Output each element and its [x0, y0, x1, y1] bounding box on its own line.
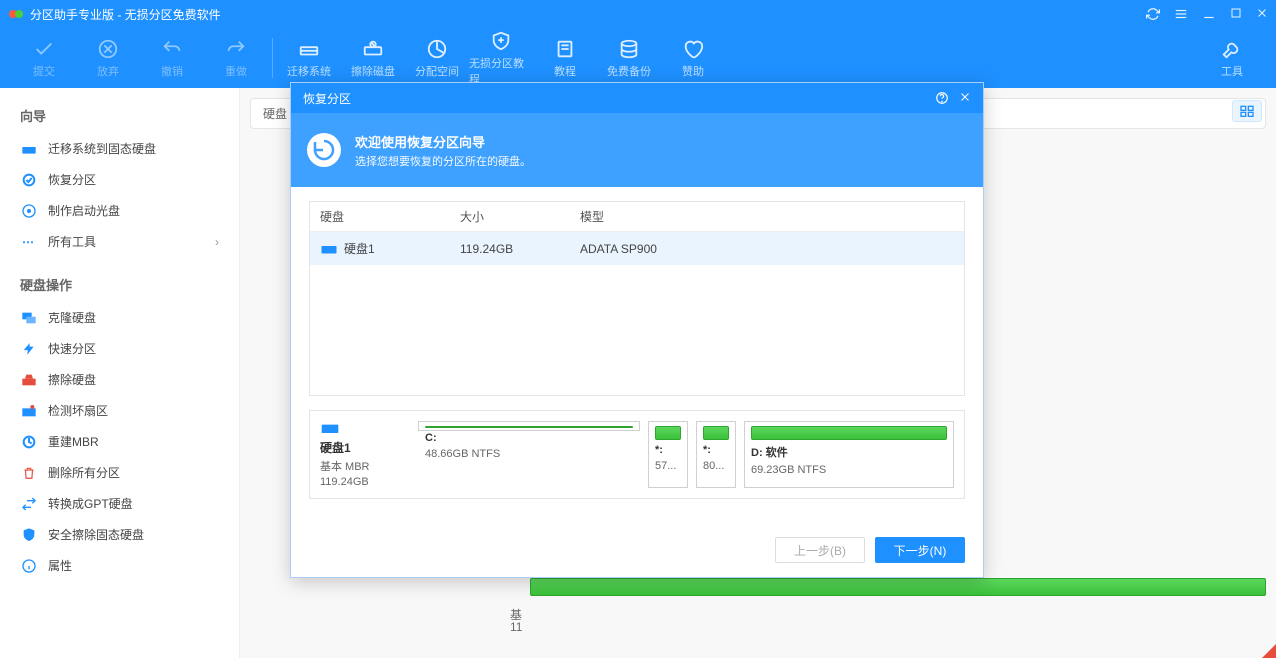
recover-icon: [307, 133, 341, 167]
sidebar-item-recover[interactable]: 恢复分区: [0, 164, 239, 195]
allocate-button[interactable]: 分配空间: [405, 28, 469, 88]
window-controls: [1146, 7, 1268, 21]
trash-icon: [20, 466, 38, 480]
table-row[interactable]: 硬盘1 119.24GB ADATA SP900: [310, 232, 964, 265]
scan-icon: [20, 404, 38, 418]
disk-layout: 硬盘1 基本 MBR 119.24GB C: 48.66GB NTFS *: 5…: [309, 410, 965, 499]
disk-icon: [320, 243, 338, 255]
erase-icon: [361, 37, 385, 61]
recover-partition-dialog: 恢复分区 欢迎使用恢复分区向导 选择您想要恢复的分区所在的硬盘。 硬盘 大小 模…: [290, 82, 984, 578]
recover-icon: [20, 173, 38, 187]
close-icon[interactable]: [959, 91, 971, 105]
erase-icon: [20, 373, 38, 387]
background-partition-bar: [530, 578, 1266, 596]
sidebar-item-properties[interactable]: 属性: [0, 550, 239, 581]
close-icon[interactable]: [1256, 7, 1268, 21]
disk-icon: [20, 142, 38, 156]
pie-icon: [425, 37, 449, 61]
backup-button[interactable]: 免费备份: [597, 28, 661, 88]
toolbar: 提交 放弃 撤销 重做 迁移系统 擦除磁盘 分配空间 无损分区教程 教程 免费备…: [0, 28, 1276, 88]
partition-bar: [655, 426, 681, 440]
ops-header: 硬盘操作: [0, 267, 239, 302]
partition-c[interactable]: C: 48.66GB NTFS: [418, 421, 640, 431]
database-icon: [617, 37, 641, 61]
background-label-2: 11: [510, 620, 522, 634]
sidebar-item-clone[interactable]: 克隆硬盘: [0, 302, 239, 333]
secure-erase-icon: [20, 528, 38, 542]
migrate-button[interactable]: 迁移系统: [277, 28, 341, 88]
dialog-banner: 欢迎使用恢复分区向导 选择您想要恢复的分区所在的硬盘。: [291, 113, 983, 187]
tools-button[interactable]: 工具: [1200, 28, 1264, 88]
banner-subtitle: 选择您想要恢复的分区所在的硬盘。: [355, 153, 531, 169]
disk-table: 硬盘 大小 模型 硬盘1 119.24GB ADATA SP900: [309, 201, 965, 396]
partition-d[interactable]: D: 软件 69.23GB NTFS: [744, 421, 954, 488]
minimize-icon[interactable]: [1202, 7, 1216, 21]
more-icon: ⋯: [20, 235, 38, 249]
cd-icon: [20, 204, 38, 218]
check-icon: [32, 37, 56, 61]
resize-handle[interactable]: [1262, 644, 1276, 658]
sidebar-item-deleteall[interactable]: 删除所有分区: [0, 457, 239, 488]
heart-icon: [681, 37, 705, 61]
wizard-header: 向导: [0, 98, 239, 133]
rebuild-icon: [20, 435, 38, 449]
sidebar-item-gpt[interactable]: 转换成GPT硬盘: [0, 488, 239, 519]
table-header: 硬盘 大小 模型: [310, 202, 964, 232]
sidebar-item-rebuildmbr[interactable]: 重建MBR: [0, 426, 239, 457]
redo-button[interactable]: 重做: [204, 28, 268, 88]
partition-bar: [703, 426, 729, 440]
sidebar-item-secureerase[interactable]: 安全擦除固态硬盘: [0, 519, 239, 550]
redo-icon: [224, 37, 248, 61]
maximize-icon[interactable]: [1230, 7, 1242, 21]
shield-icon: [489, 29, 513, 53]
view-toggle[interactable]: [1232, 100, 1262, 122]
partition-hidden-1[interactable]: *: 57...: [648, 421, 688, 488]
lossless-button[interactable]: 无损分区教程: [469, 28, 533, 88]
sidebar: 向导 迁移系统到固态硬盘 恢复分区 制作启动光盘 ⋯所有工具› 硬盘操作 克隆硬…: [0, 88, 240, 658]
dialog-footer: 上一步(B) 下一步(N): [291, 529, 983, 577]
refresh-icon[interactable]: [1146, 7, 1160, 21]
bolt-icon: [20, 342, 38, 356]
prev-button: 上一步(B): [775, 537, 865, 563]
wrench-icon: [1220, 37, 1244, 61]
commit-button[interactable]: 提交: [12, 28, 76, 88]
toolbar-separator: [272, 38, 273, 78]
help-icon[interactable]: [935, 91, 949, 105]
menu-icon[interactable]: [1174, 7, 1188, 21]
tutorial-button[interactable]: 教程: [533, 28, 597, 88]
convert-icon: [20, 497, 38, 511]
sidebar-item-migrate[interactable]: 迁移系统到固态硬盘: [0, 133, 239, 164]
app-logo-icon: [8, 6, 24, 22]
banner-title: 欢迎使用恢复分区向导: [355, 132, 531, 151]
book-icon: [553, 37, 577, 61]
chevron-right-icon: ›: [215, 235, 219, 249]
sidebar-item-bootdisk[interactable]: 制作启动光盘: [0, 195, 239, 226]
info-icon: [20, 559, 38, 573]
dialog-titlebar: 恢复分区: [291, 83, 983, 113]
undo-icon: [160, 37, 184, 61]
partition-bar: [751, 426, 947, 440]
partition-bar: [425, 426, 633, 428]
disk-icon: [320, 421, 340, 435]
app-title: 分区助手专业版 - 无损分区免费软件: [30, 6, 221, 23]
next-button[interactable]: 下一步(N): [875, 537, 965, 563]
sidebar-item-erase[interactable]: 擦除硬盘: [0, 364, 239, 395]
dialog-title: 恢复分区: [303, 90, 351, 107]
sidebar-item-quick[interactable]: 快速分区: [0, 333, 239, 364]
undo-button[interactable]: 撤销: [140, 28, 204, 88]
disk-icon: [297, 37, 321, 61]
cancel-icon: [96, 37, 120, 61]
disk-info: 硬盘1 基本 MBR 119.24GB: [320, 421, 410, 488]
sidebar-item-alltools[interactable]: ⋯所有工具›: [0, 226, 239, 257]
donate-button[interactable]: 赞助: [661, 28, 725, 88]
titlebar: 分区助手专业版 - 无损分区免费软件: [0, 0, 1276, 28]
partition-hidden-2[interactable]: *: 80...: [696, 421, 736, 488]
clone-icon: [20, 311, 38, 325]
discard-button[interactable]: 放弃: [76, 28, 140, 88]
wipe-disk-button[interactable]: 擦除磁盘: [341, 28, 405, 88]
sidebar-item-badblocks[interactable]: 检测坏扇区: [0, 395, 239, 426]
